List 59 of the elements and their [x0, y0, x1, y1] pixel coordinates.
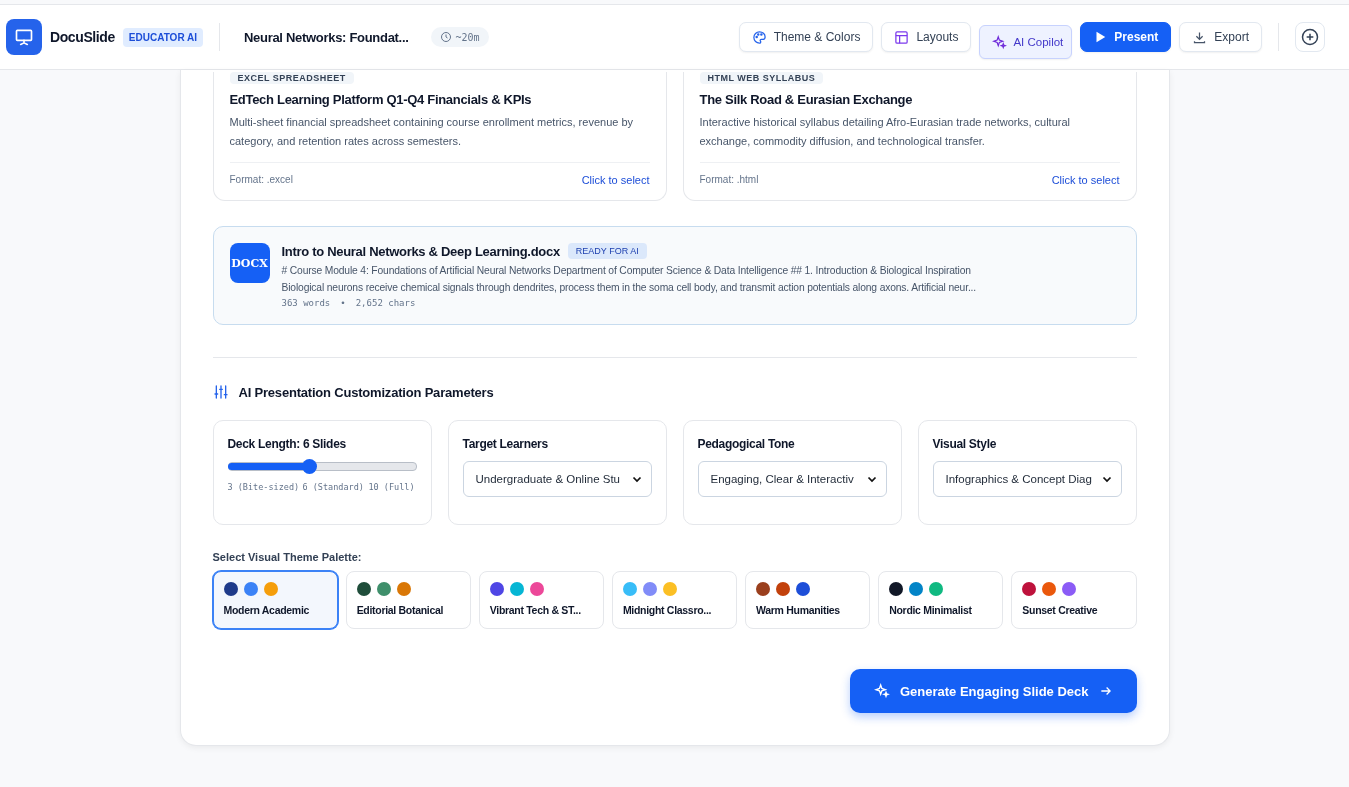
deck-title[interactable]: Neural Networks: Foundat... — [244, 29, 409, 45]
word-count: 363 words — [281, 298, 331, 308]
docx-icon: DOCX — [229, 243, 270, 283]
generate-button[interactable]: Generate Engaging Slide Deck — [849, 669, 1137, 713]
parameter-label: Deck Length: 6 Slides — [227, 437, 347, 451]
document-name: Intro to Neural Networks & Deep Learning.docx — [281, 243, 560, 259]
template-title: The Silk Road & Eurasian Exchange — [699, 92, 914, 107]
tick-label: 6 (Standard) — [302, 481, 365, 494]
theme-palette-option[interactable]: Modern Academic — [212, 571, 338, 629]
clock-icon — [439, 31, 452, 43]
format-badge: HTML WEB SYLLABUS — [699, 72, 824, 84]
template-title: EdTech Learning Platform Q1-Q4 Financials & KPIs — [229, 92, 533, 107]
select-link[interactable]: Click to select — [581, 174, 650, 186]
preview-text: # Course Module 4: Foundations of Artificial Neural Networks Department of Computer Science & Data Intelligence ## 1. Introduction & Biological Inspiration — [281, 264, 972, 278]
template-card[interactable] — [212, 72, 667, 201]
format-badge: EXCEL SPREADSHEET — [229, 72, 354, 84]
preview-text: Biological neurons receive chemical signals through dendrites, process them in the soma cell body, and transmit action potentials along axons. Artificial neur... — [281, 281, 977, 295]
sliders-icon — [212, 384, 229, 400]
parameter-label: Pedagogical Tone — [697, 437, 796, 451]
app-name: DocuSlide — [50, 29, 115, 45]
toolbar-button[interactable]: Export — [1179, 22, 1262, 52]
dropdown[interactable]: Engaging, Clear & Interactiv — [697, 461, 887, 497]
parameter-label: Target Learners — [462, 437, 549, 451]
parameter-label: Visual Style — [932, 437, 998, 451]
separator-dot: • — [340, 298, 346, 308]
format-label: Format: .html — [699, 174, 759, 186]
template-description: Multi-sheet financial spreadsheet containing course enrollment metrics, revenue by category, and retention rates across semesters. — [229, 115, 635, 149]
toolbar-button[interactable]: AI Copilot — [979, 25, 1073, 59]
format-label: Format: .excel — [229, 174, 293, 186]
palette-label: Select Visual Theme Palette: — [212, 551, 363, 563]
plus-circle-icon — [1300, 27, 1320, 47]
palette-icon — [751, 29, 767, 45]
app-badge: EDUCATOR AI — [122, 27, 203, 47]
duration-text: ~20m — [455, 31, 480, 43]
sparkle-icon — [992, 34, 1008, 50]
theme-palette-option[interactable]: Editorial Botanical — [345, 571, 471, 629]
theme-palette-option[interactable]: Sunset Creative — [1011, 571, 1137, 629]
dropdown[interactable]: Infographics & Concept Diag — [932, 461, 1122, 497]
toolbar-button[interactable]: Layouts — [881, 22, 972, 52]
dropdown[interactable]: Undergraduate & Online Stu — [462, 461, 652, 497]
theme-palette-option[interactable]: Midnight Classro... — [611, 571, 738, 629]
sparkle-icon — [873, 683, 890, 699]
presentation-icon — [6, 19, 42, 55]
add-button[interactable] — [1295, 22, 1325, 52]
toolbar-button[interactable]: Theme & Colors — [738, 22, 874, 52]
char-count: 2,652 chars — [355, 298, 416, 308]
layout-icon — [894, 29, 910, 45]
theme-palette-option[interactable]: Nordic Minimalist — [878, 571, 1004, 629]
tick-label: 10 (Full) — [368, 481, 416, 494]
section-heading: AI Presentation Customization Parameters — [238, 384, 494, 400]
status-badge: READY FOR AI — [567, 243, 647, 259]
template-card[interactable] — [682, 72, 1137, 201]
theme-palette-option[interactable]: Vibrant Tech & ST... — [478, 571, 604, 629]
template-description: Interactive historical syllabus detailing Afro-Eurasian trade networks, cultural exchange, commodity diffusion, and technological transfer. — [699, 115, 1071, 149]
deck-length-slider[interactable] — [227, 459, 417, 474]
toolbar-button[interactable]: Present — [1080, 22, 1172, 52]
select-link[interactable]: Click to select — [1051, 174, 1120, 186]
tick-label: 3 (Bite-sized) — [227, 481, 301, 494]
theme-palette-option[interactable]: Warm Humanities — [745, 571, 871, 629]
